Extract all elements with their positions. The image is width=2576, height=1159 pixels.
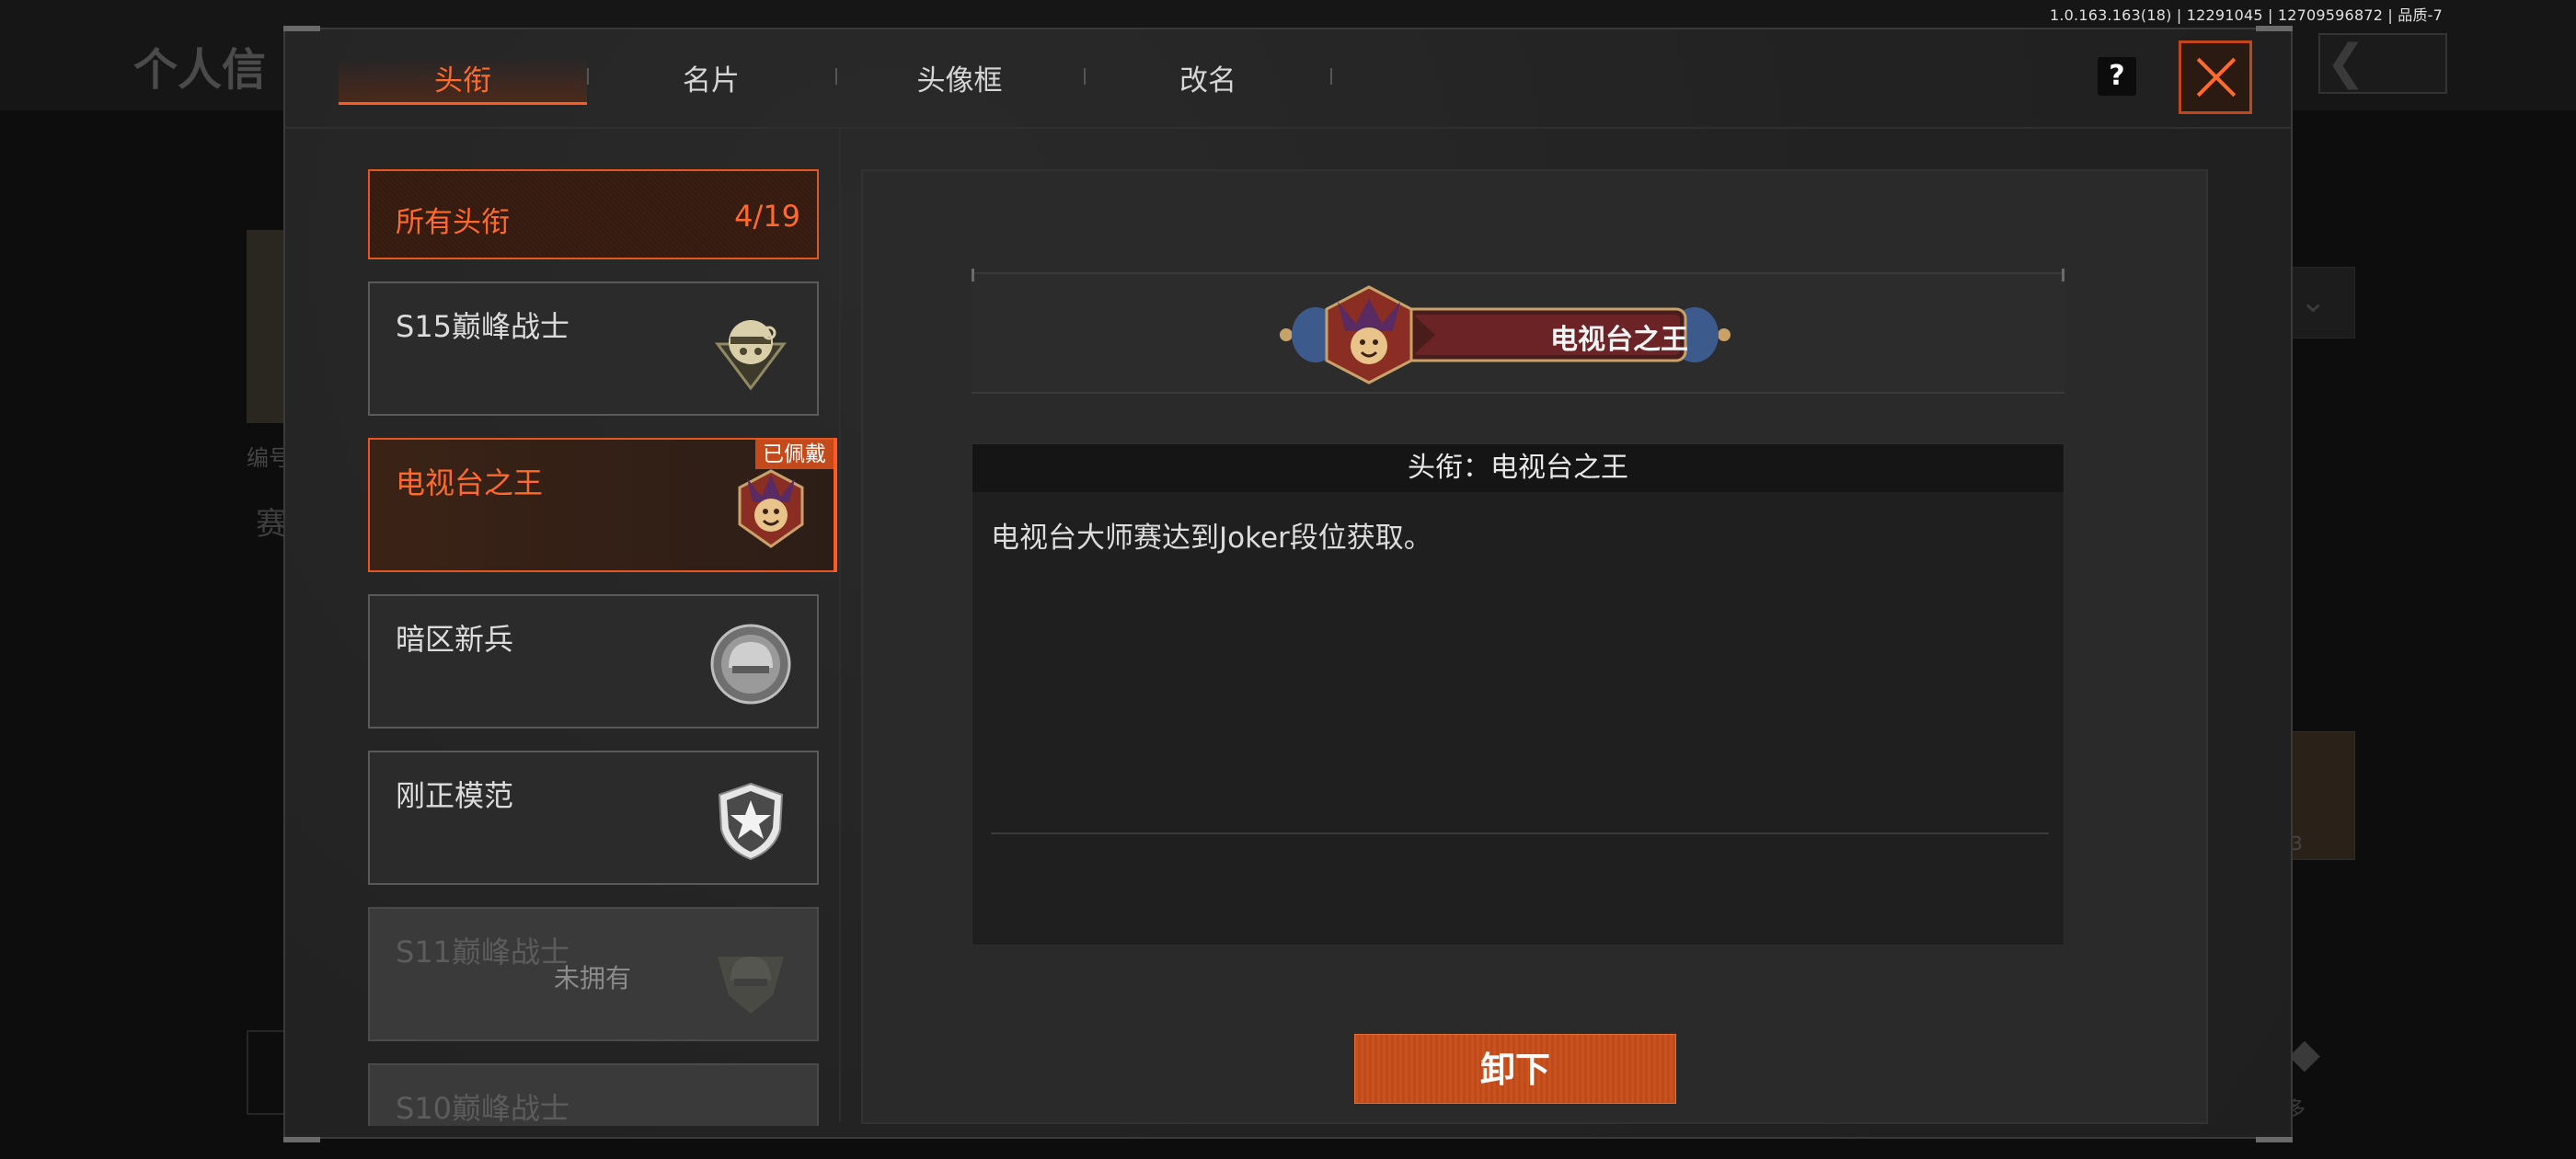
- background-season-label: 赛: [256, 506, 287, 543]
- tab-rename[interactable]: 改名: [1084, 57, 1332, 132]
- title-item-tv-king[interactable]: 电视台之王 已佩戴: [368, 438, 837, 572]
- title-item-s10-peak-warrior[interactable]: S10巅峰战士: [368, 1063, 819, 1126]
- title-list-header[interactable]: 所有头衔 4/19: [368, 169, 819, 259]
- title-item-dark-zone-recruit[interactable]: 暗区新兵: [368, 594, 819, 729]
- jester-emblem-icon: [738, 469, 804, 548]
- title-count: 4/19: [734, 199, 800, 234]
- description-text: 电视台大师赛达到Joker段位获取。: [991, 522, 1432, 555]
- unequip-button[interactable]: 卸下: [1354, 1034, 1676, 1104]
- star-shield-icon: [718, 782, 784, 861]
- tab-separator: [1330, 68, 1332, 85]
- tab-avatar-frame[interactable]: 头像框: [835, 57, 1084, 132]
- background-page-title: 个人信: [133, 44, 267, 96]
- help-button[interactable]: ?: [2098, 57, 2136, 96]
- title-item-label: S11巅峰战士: [396, 935, 570, 970]
- title-modal: 头衔 名片 头像框 改名 ? 所有头衔 4/19 S15巅峰战士 电视台之王 已…: [283, 26, 2293, 1142]
- title-item-label: 暗区新兵: [396, 622, 514, 657]
- banner-tick: [2062, 269, 2064, 281]
- skull-emblem-icon: [715, 320, 787, 391]
- title-item-upright-model[interactable]: 刚正模范: [368, 751, 819, 885]
- title-item-label: 电视台之王: [396, 465, 544, 500]
- grid-icon: ◆: [2289, 1030, 2320, 1077]
- helmet-emblem-icon: [710, 624, 791, 705]
- title-item-s15-peak-warrior[interactable]: S15巅峰战士: [368, 281, 819, 416]
- tab-name-card[interactable]: 名片: [587, 57, 835, 132]
- panel-divider: [839, 129, 841, 1122]
- chevron-left-icon: ❮: [2326, 35, 2366, 90]
- description-heading: 头衔：电视台之王: [972, 444, 2064, 492]
- chevron-down-icon: ⌄: [2300, 283, 2327, 320]
- modal-corner-bottom-left: [283, 1137, 320, 1142]
- title-item-s11-peak-warrior[interactable]: S11巅峰战士 未拥有: [368, 907, 819, 1041]
- title-list[interactable]: 所有头衔 4/19 S15巅峰战士 电视台之王 已佩戴 暗区新兵 刚正模范 S1…: [368, 169, 837, 1126]
- close-button[interactable]: [2179, 40, 2252, 114]
- banner-tick: [972, 269, 974, 281]
- title-description-box: 头衔：电视台之王 电视台大师赛达到Joker段位获取。: [972, 443, 2064, 946]
- title-detail-panel: 电视台之王 头衔：电视台之王 电视台大师赛达到Joker段位获取。 卸下: [861, 169, 2208, 1124]
- version-info: 1.0.163.163(18) | 12291045 | 12709596872…: [2050, 6, 2443, 24]
- helmet-wreath-icon: [718, 957, 784, 1014]
- title-item-label: S10巅峰战士: [396, 1091, 570, 1126]
- description-divider: [991, 832, 2049, 834]
- tab-titles[interactable]: 头衔: [339, 57, 587, 105]
- modal-corner-bottom-right: [2256, 1137, 2293, 1142]
- title-preview-banner: 电视台之王: [972, 269, 2064, 394]
- tab-bar: 头衔 名片 头像框 改名 ?: [285, 29, 2291, 129]
- title-list-header-label: 所有头衔: [396, 206, 510, 239]
- title-item-label: S15巅峰战士: [396, 309, 570, 344]
- title-item-label: 刚正模范: [396, 778, 514, 813]
- banner-title: 电视台之王: [1550, 324, 1688, 356]
- unowned-status: 未拥有: [554, 963, 632, 993]
